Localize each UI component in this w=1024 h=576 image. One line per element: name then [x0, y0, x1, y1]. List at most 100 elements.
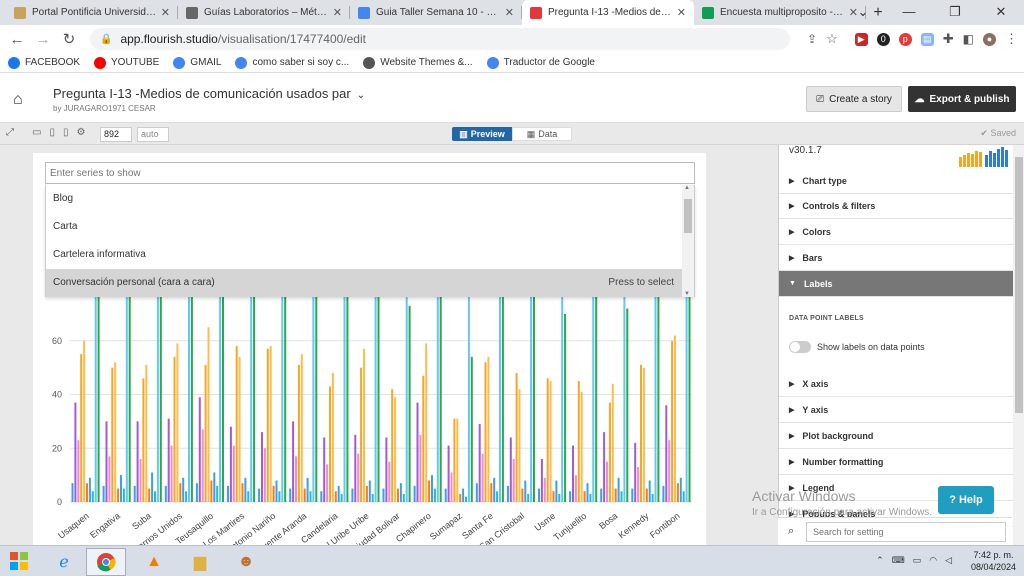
sidepanel-icon[interactable]: ◧ — [963, 32, 974, 46]
chevron-down-icon[interactable]: ⌄ — [840, 0, 886, 25]
bar — [399, 483, 402, 502]
bar — [309, 491, 312, 502]
expand-icon[interactable]: ⤢ — [6, 127, 14, 138]
panel-section[interactable]: ▼ Labels — [779, 271, 1013, 297]
extension-red-icon[interactable]: ▶ — [854, 32, 868, 46]
tab-label: Encuesta multiproposito - TIC — [720, 7, 845, 18]
create-story-button[interactable]: ⎚ Create a story — [806, 86, 902, 112]
mobile-icon[interactable]: ▯ — [63, 127, 69, 138]
clock-time: 7:42 p. m. — [973, 550, 1014, 560]
close-icon[interactable]: ✕ — [333, 6, 342, 19]
windows-start-icon[interactable] — [10, 552, 28, 570]
bar — [128, 287, 131, 502]
tab-preview[interactable]: ▥ Preview — [452, 127, 512, 141]
battery-icon[interactable]: ▭ — [913, 555, 922, 566]
desktop-icon[interactable]: ▭ — [32, 127, 41, 138]
extension-dark-icon[interactable]: 0 — [876, 32, 890, 46]
extension-doc-icon[interactable]: ▤ — [920, 32, 934, 46]
panel-section[interactable]: ▶ Colors — [779, 219, 1013, 245]
panel-section[interactable]: ▶ X axis — [779, 371, 1013, 397]
series-option[interactable]: Carta — [46, 213, 682, 241]
export-publish-button[interactable]: ☁ Export & publish — [908, 86, 1016, 112]
height-input[interactable]: auto — [137, 127, 169, 142]
dropdown-scrollbar[interactable]: ▲ ▼ — [682, 185, 694, 297]
wifi-icon[interactable]: ◠ — [929, 555, 937, 566]
help-button[interactable]: ? Help — [938, 486, 994, 514]
vlc-icon[interactable]: ▲ — [134, 548, 174, 576]
show-labels-toggle[interactable] — [789, 341, 811, 353]
reload-button[interactable]: ↻ — [56, 30, 82, 48]
bar — [320, 491, 323, 502]
minimize-button[interactable]: — — [886, 0, 932, 25]
gear-icon[interactable]: ⚙ — [76, 127, 85, 138]
bookmark-item[interactable]: YOUTUBE — [94, 56, 159, 69]
url-field[interactable]: 🔒 app.flourish.studio/visualisation/1747… — [90, 28, 790, 50]
browser-tab[interactable]: Portal Pontificia Universidad Ja ✕ — [6, 0, 178, 25]
lock-icon: 🔒 — [100, 33, 113, 45]
dropdown-scroll-thumb[interactable] — [684, 199, 692, 233]
puzzle-icon[interactable]: ✚ — [943, 31, 954, 47]
bar — [450, 472, 453, 502]
share-icon[interactable]: ⇪ — [807, 32, 817, 46]
bookmark-item[interactable]: Website Themes &... — [363, 56, 473, 69]
x-tick-label: Kennedy — [616, 510, 651, 540]
chevron-up-icon[interactable]: ⌃ — [876, 555, 884, 566]
home-icon[interactable]: ⌂ — [13, 91, 23, 109]
menu-icon[interactable]: ⋮ — [1005, 31, 1018, 47]
panel-section[interactable]: ▶ Chart type — [779, 168, 1013, 194]
tablet-icon[interactable]: ▯ — [49, 127, 55, 138]
avatar[interactable]: ● — [983, 32, 996, 46]
browser-tab[interactable]: Pregunta I-13 -Medios de com ✕ — [522, 0, 694, 25]
clock[interactable]: 7:42 p. m. 08/04/2024 — [971, 549, 1016, 573]
close-icon[interactable]: ✕ — [161, 6, 170, 19]
browser-tab[interactable]: Guías Laboratorios – Métodos ✕ — [178, 0, 350, 25]
panel-section[interactable]: ▶ Bars — [779, 245, 1013, 271]
bookmark-item[interactable]: GMAIL — [173, 56, 221, 69]
panel-section[interactable]: ▶ Controls & filters — [779, 193, 1013, 219]
file-explorer-icon[interactable]: ▆ — [180, 548, 220, 576]
tab-data[interactable]: ▦ Data — [512, 127, 572, 141]
caret-right-icon: ▶ — [789, 254, 795, 262]
bar — [94, 287, 97, 502]
forward-button[interactable]: → — [30, 31, 56, 48]
panel-section[interactable]: ▶ Number formatting — [779, 449, 1013, 475]
bar — [201, 429, 204, 502]
series-option[interactable]: Cartelera informativa — [46, 241, 682, 269]
bar — [447, 445, 450, 502]
star-icon[interactable]: ☆ — [826, 31, 838, 47]
width-input[interactable]: 892 — [100, 127, 132, 142]
bookmark-label: Traductor de Google — [503, 57, 595, 68]
bookmark-item[interactable]: como saber si soy c... — [235, 56, 349, 69]
series-option[interactable]: Conversación personal (cara a cara) Press… — [46, 269, 682, 297]
bar — [431, 475, 433, 502]
panel-scroll-thumb[interactable] — [1015, 157, 1023, 413]
series-option[interactable]: Blog — [46, 185, 682, 213]
chrome-icon[interactable] — [86, 548, 126, 576]
panel-section[interactable]: ▶ Y axis — [779, 397, 1013, 423]
panel-section[interactable]: ▶ Plot background — [779, 423, 1013, 449]
bar — [533, 287, 535, 502]
close-icon[interactable]: ✕ — [505, 6, 514, 19]
panel-scrollbar[interactable] — [1013, 145, 1024, 545]
bookmark-item[interactable]: Traductor de Google — [486, 56, 595, 69]
keyboard-icon[interactable]: ⌨ — [892, 555, 905, 566]
close-icon[interactable]: ✕ — [677, 6, 686, 19]
extension-pinterest-icon[interactable]: p — [898, 32, 912, 46]
visualisation-title[interactable]: Pregunta I-13 -Medios de comunicación us… — [53, 86, 365, 101]
back-button[interactable]: ← — [4, 31, 30, 48]
setting-search-input[interactable] — [806, 522, 1006, 542]
close-window-button[interactable]: ✕ — [978, 0, 1024, 25]
browser-tab[interactable]: Guia Taller Semana 10 - Docu ✕ — [350, 0, 522, 25]
app-mascot-icon[interactable]: ☻ — [226, 548, 266, 576]
activation-watermark-title: Activar Windows — [752, 488, 856, 504]
x-tick-label: Usaquen — [56, 511, 91, 541]
maximize-button[interactable]: ❐ — [932, 0, 978, 25]
bar — [583, 491, 586, 502]
bookmark-item[interactable]: FACEBOOK — [8, 56, 80, 69]
chevron-down-icon[interactable]: ⌄ — [357, 90, 365, 101]
volume-icon[interactable]: ◁ — [945, 555, 952, 566]
bar — [371, 493, 374, 502]
series-filter-input[interactable] — [45, 162, 695, 184]
bar — [521, 488, 524, 502]
internet-explorer-icon[interactable]: ℯ — [44, 548, 84, 576]
